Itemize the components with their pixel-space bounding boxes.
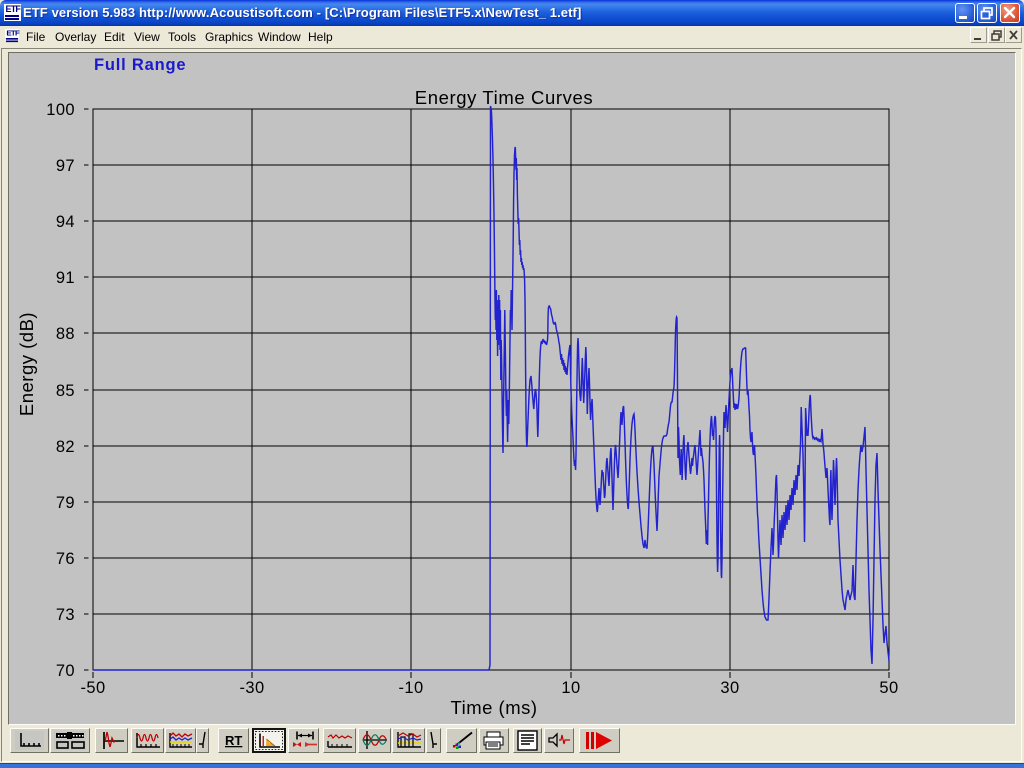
svg-text:RT: RT xyxy=(225,733,242,748)
